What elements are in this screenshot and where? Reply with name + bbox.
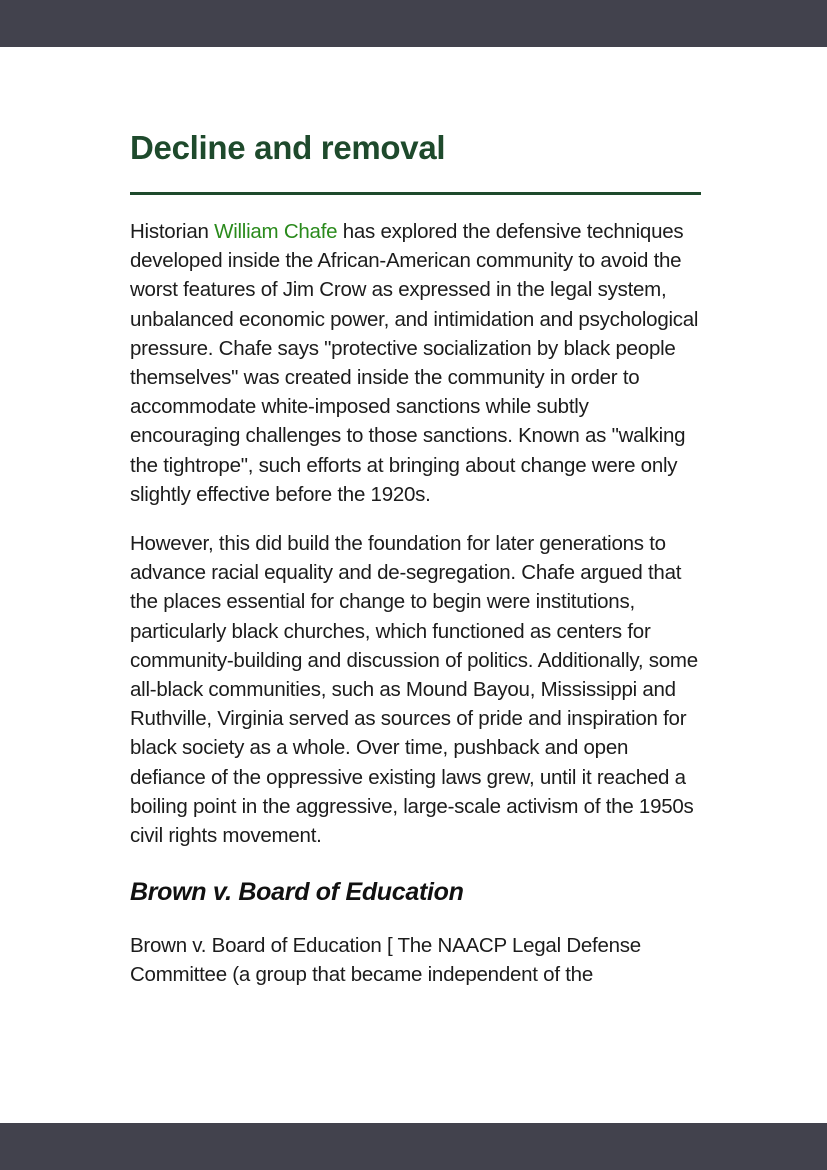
subsection-heading: Brown v. Board of Education bbox=[130, 878, 464, 907]
william-chafe-link[interactable]: William Chafe bbox=[214, 220, 337, 243]
paragraph-1-body: has explored the defensive techniques de… bbox=[130, 220, 699, 506]
top-bar bbox=[0, 0, 827, 47]
paragraph-2: However, this did build the foundation f… bbox=[130, 532, 698, 848]
paragraph-3: Brown v. Board of Education [ The NAACP … bbox=[130, 934, 641, 987]
paragraph-1: Historian William Chafe has explored the… bbox=[130, 217, 701, 509]
heading-divider bbox=[130, 192, 701, 195]
section-heading: Decline and removal bbox=[130, 129, 446, 166]
article-content: Decline and removal Historian William Ch… bbox=[130, 124, 701, 990]
paragraph-1-intro: Historian bbox=[130, 220, 215, 243]
bottom-bar bbox=[0, 1123, 827, 1170]
